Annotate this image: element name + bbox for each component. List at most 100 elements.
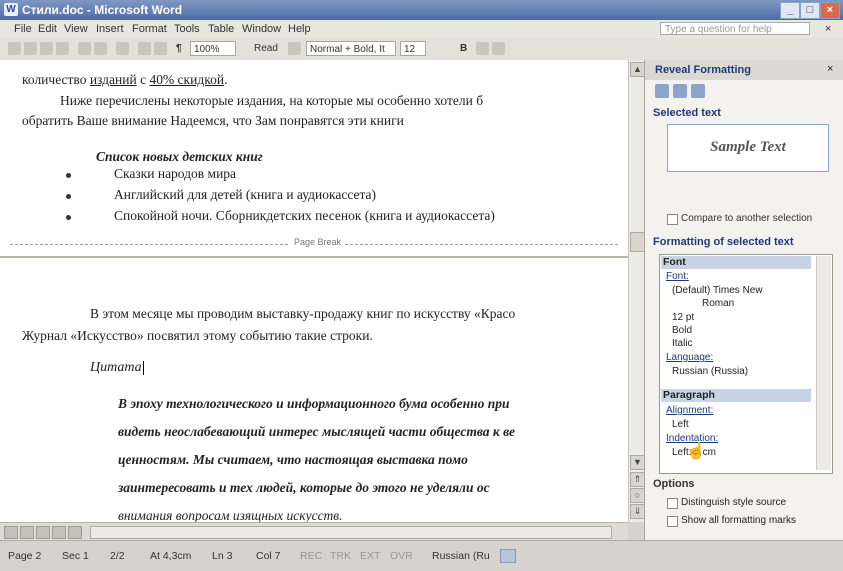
status-pages: 2/2 xyxy=(110,550,125,562)
align-center-icon[interactable] xyxy=(492,42,505,55)
vertical-scrollbar[interactable]: ▲ ▼ ⇑ ○ ⇓ xyxy=(628,60,645,522)
view-bar xyxy=(0,522,628,541)
menu-view[interactable]: View xyxy=(64,23,88,35)
insert-table-icon[interactable] xyxy=(138,42,151,55)
status-ovr[interactable]: OVR xyxy=(390,550,413,562)
menu-window[interactable]: Window xyxy=(242,23,281,35)
pane-close-icon[interactable]: × xyxy=(827,63,833,75)
ask-question-input[interactable]: Type a question for help xyxy=(660,22,810,35)
show-marks-checkbox[interactable] xyxy=(667,516,678,527)
list-title: Список новых детских книг xyxy=(96,149,263,164)
redo-icon[interactable] xyxy=(116,42,129,55)
reading-layout-icon[interactable] xyxy=(68,526,82,539)
font-italic-value: Italic xyxy=(672,338,693,349)
maximize-button[interactable]: □ xyxy=(800,2,820,19)
doc-line-discount: количество изданий с 40% скидкой. xyxy=(22,72,228,87)
browse-object-icon[interactable]: ○ xyxy=(630,488,645,503)
scroll-thumb[interactable] xyxy=(630,232,645,252)
bullet-icon xyxy=(66,194,71,199)
menu-insert[interactable]: Insert xyxy=(96,23,124,35)
show-hide-pilcrow-icon[interactable]: ¶ xyxy=(176,43,182,54)
list-item: Спокойной ночи. Сборникдетских песенок (… xyxy=(114,208,495,223)
home-icon[interactable] xyxy=(691,84,705,98)
doc-para-exhibition-line2: Журнал «Искусство» посвятил этому событи… xyxy=(22,328,373,343)
status-rec[interactable]: REC xyxy=(300,550,322,562)
align-left-icon[interactable] xyxy=(476,42,489,55)
paragraph-group-header: Paragraph xyxy=(661,389,811,402)
sample-text: Sample Text xyxy=(710,139,786,155)
document-area[interactable]: количество изданий с 40% скидкой. Ниже п… xyxy=(0,60,628,522)
paragraph-group-label: Paragraph xyxy=(663,389,715,401)
list-item: Сказки народов мира xyxy=(114,166,237,181)
page-break-label: Page Break xyxy=(290,237,346,247)
scroll-up-icon[interactable]: ▲ xyxy=(630,62,645,77)
print-layout-icon[interactable] xyxy=(36,526,50,539)
font-bold-value: Bold xyxy=(672,325,693,336)
zoom-combo[interactable]: 100% xyxy=(190,41,236,56)
menu-format[interactable]: Format xyxy=(132,23,167,35)
style-combo[interactable]: Normal + Bold, It xyxy=(306,41,396,56)
read-button[interactable]: Read xyxy=(254,43,278,54)
formatting-label: Formatting of selected text xyxy=(653,236,794,248)
word-app-icon[interactable]: W xyxy=(4,3,18,16)
back-icon[interactable] xyxy=(655,84,669,98)
undo-icon[interactable] xyxy=(94,42,107,55)
close-button[interactable]: × xyxy=(820,2,840,19)
permission-icon[interactable] xyxy=(56,42,69,55)
style-pane-icon[interactable] xyxy=(288,42,301,55)
status-ext[interactable]: EXT xyxy=(360,550,380,562)
menu-bar: File Edit View Insert Format Tools Table… xyxy=(0,20,843,39)
new-icon[interactable] xyxy=(8,42,21,55)
outline-view-icon[interactable] xyxy=(52,526,66,539)
distinguish-checkbox[interactable] xyxy=(667,498,678,509)
options-label: Options xyxy=(653,478,695,490)
font-link[interactable]: Font: xyxy=(666,271,689,282)
close-document-button[interactable]: × xyxy=(825,23,831,35)
save-icon[interactable] xyxy=(40,42,53,55)
minimize-button[interactable]: _ xyxy=(780,2,800,19)
link-publications: изданий xyxy=(89,72,137,87)
language-link[interactable]: Language: xyxy=(666,352,713,363)
font-size-value: 12 pt xyxy=(672,312,695,323)
scroll-down-icon[interactable]: ▼ xyxy=(630,455,645,470)
font-group-label: Font xyxy=(663,256,686,268)
normal-view-icon[interactable] xyxy=(4,526,18,539)
alignment-link[interactable]: Alignment: xyxy=(666,405,713,416)
quote-line: В эпоху технологического и информационно… xyxy=(118,396,510,411)
bold-button[interactable]: B xyxy=(460,43,467,54)
link-discount: 40% скидкой xyxy=(149,72,225,87)
menu-help[interactable]: Help xyxy=(288,23,311,35)
web-view-icon[interactable] xyxy=(20,526,34,539)
open-icon[interactable] xyxy=(24,42,37,55)
quote-line: видеть неослабевающий интерес мыслящей ч… xyxy=(118,424,515,439)
forward-icon[interactable] xyxy=(673,84,687,98)
columns-icon[interactable] xyxy=(154,42,167,55)
language-value: Russian (Russia) xyxy=(672,366,749,377)
reveal-formatting-pane: Reveal Formatting × Selected text Sample… xyxy=(644,60,843,540)
compare-checkbox[interactable] xyxy=(667,214,678,225)
menu-table[interactable]: Table xyxy=(208,23,234,35)
sample-text-box[interactable]: Sample Text xyxy=(667,124,829,172)
menu-edit[interactable]: Edit xyxy=(38,23,57,35)
pane-header: Reveal Formatting × xyxy=(645,60,843,80)
list-item: Английский для детей (книга и аудиокассе… xyxy=(114,187,377,202)
spelling-status-icon[interactable] xyxy=(500,549,516,563)
alignment-value: Left xyxy=(672,419,689,430)
previous-page-icon[interactable]: ⇑ xyxy=(630,472,645,487)
distinguish-label: Distinguish style source xyxy=(681,497,787,508)
tree-scrollbar[interactable] xyxy=(816,256,831,470)
status-trk[interactable]: TRK xyxy=(330,550,351,562)
next-page-icon[interactable]: ⇓ xyxy=(630,504,645,519)
menu-tools[interactable]: Tools xyxy=(174,23,200,35)
doc-para-exhibition-line1: В этом месяце мы проводим выставку-прода… xyxy=(90,306,516,321)
font-value: Roman xyxy=(702,298,735,309)
status-language: Russian (Ru xyxy=(432,550,490,562)
font-size-combo[interactable]: 12 xyxy=(400,41,426,56)
font-group-header: Font xyxy=(661,256,811,269)
menu-file[interactable]: File xyxy=(14,23,32,35)
print-icon[interactable] xyxy=(78,42,91,55)
pane-title: Reveal Formatting xyxy=(655,64,751,76)
horizontal-scrollbar[interactable] xyxy=(90,526,612,539)
status-bar: Page 2 Sec 1 2/2 At 4,3cm Ln 3 Col 7 REC… xyxy=(0,540,843,571)
formatting-tree[interactable]: Font Font: (Default) Times New Roman 12 … xyxy=(659,254,833,474)
